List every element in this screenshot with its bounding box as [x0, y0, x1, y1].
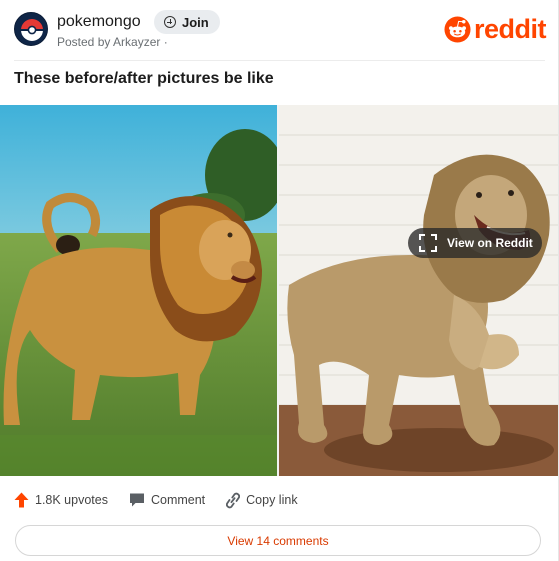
- post-card: pokemongo Join Posted by Arkayzer · redd…: [0, 0, 559, 561]
- view-on-reddit-label: View on Reddit: [447, 236, 533, 250]
- comment-button[interactable]: Comment: [129, 492, 205, 508]
- post-actions: 1.8K upvotes Comment Copy link: [14, 489, 319, 511]
- view-comments-button[interactable]: View 14 comments: [15, 525, 541, 556]
- reddit-wordmark: reddit: [473, 14, 547, 44]
- comment-label: Comment: [150, 493, 206, 507]
- upvote-arrow-icon: [14, 492, 29, 508]
- post-media[interactable]: View on Reddit: [0, 105, 558, 476]
- post-title[interactable]: These before/after pictures be like: [14, 68, 274, 90]
- copy-link-button[interactable]: Copy link: [226, 492, 298, 509]
- link-icon: [226, 492, 241, 508]
- header-divider: [14, 60, 545, 61]
- join-label: Join: [182, 14, 209, 30]
- upvote-button[interactable]: 1.8K upvotes: [14, 492, 108, 508]
- living-lion-photo: [0, 105, 277, 476]
- plus-circle-icon: [164, 16, 176, 28]
- reddit-logo[interactable]: reddit: [444, 14, 547, 44]
- comment-icon: [129, 493, 144, 507]
- taxidermy-lion-photo: [279, 105, 558, 476]
- view-on-reddit-button[interactable]: View on Reddit: [408, 228, 542, 258]
- subreddit-name[interactable]: pokemongo: [57, 12, 141, 32]
- pokeball-icon: [15, 13, 47, 45]
- snoo-icon: [444, 15, 471, 43]
- copy-link-label: Copy link: [246, 493, 298, 507]
- expand-icon: [419, 234, 437, 252]
- subreddit-avatar[interactable]: [14, 12, 48, 46]
- posted-by: Posted by Arkayzer ·: [57, 35, 168, 49]
- upvote-count: 1.8K upvotes: [35, 493, 108, 507]
- join-button[interactable]: Join: [154, 10, 220, 34]
